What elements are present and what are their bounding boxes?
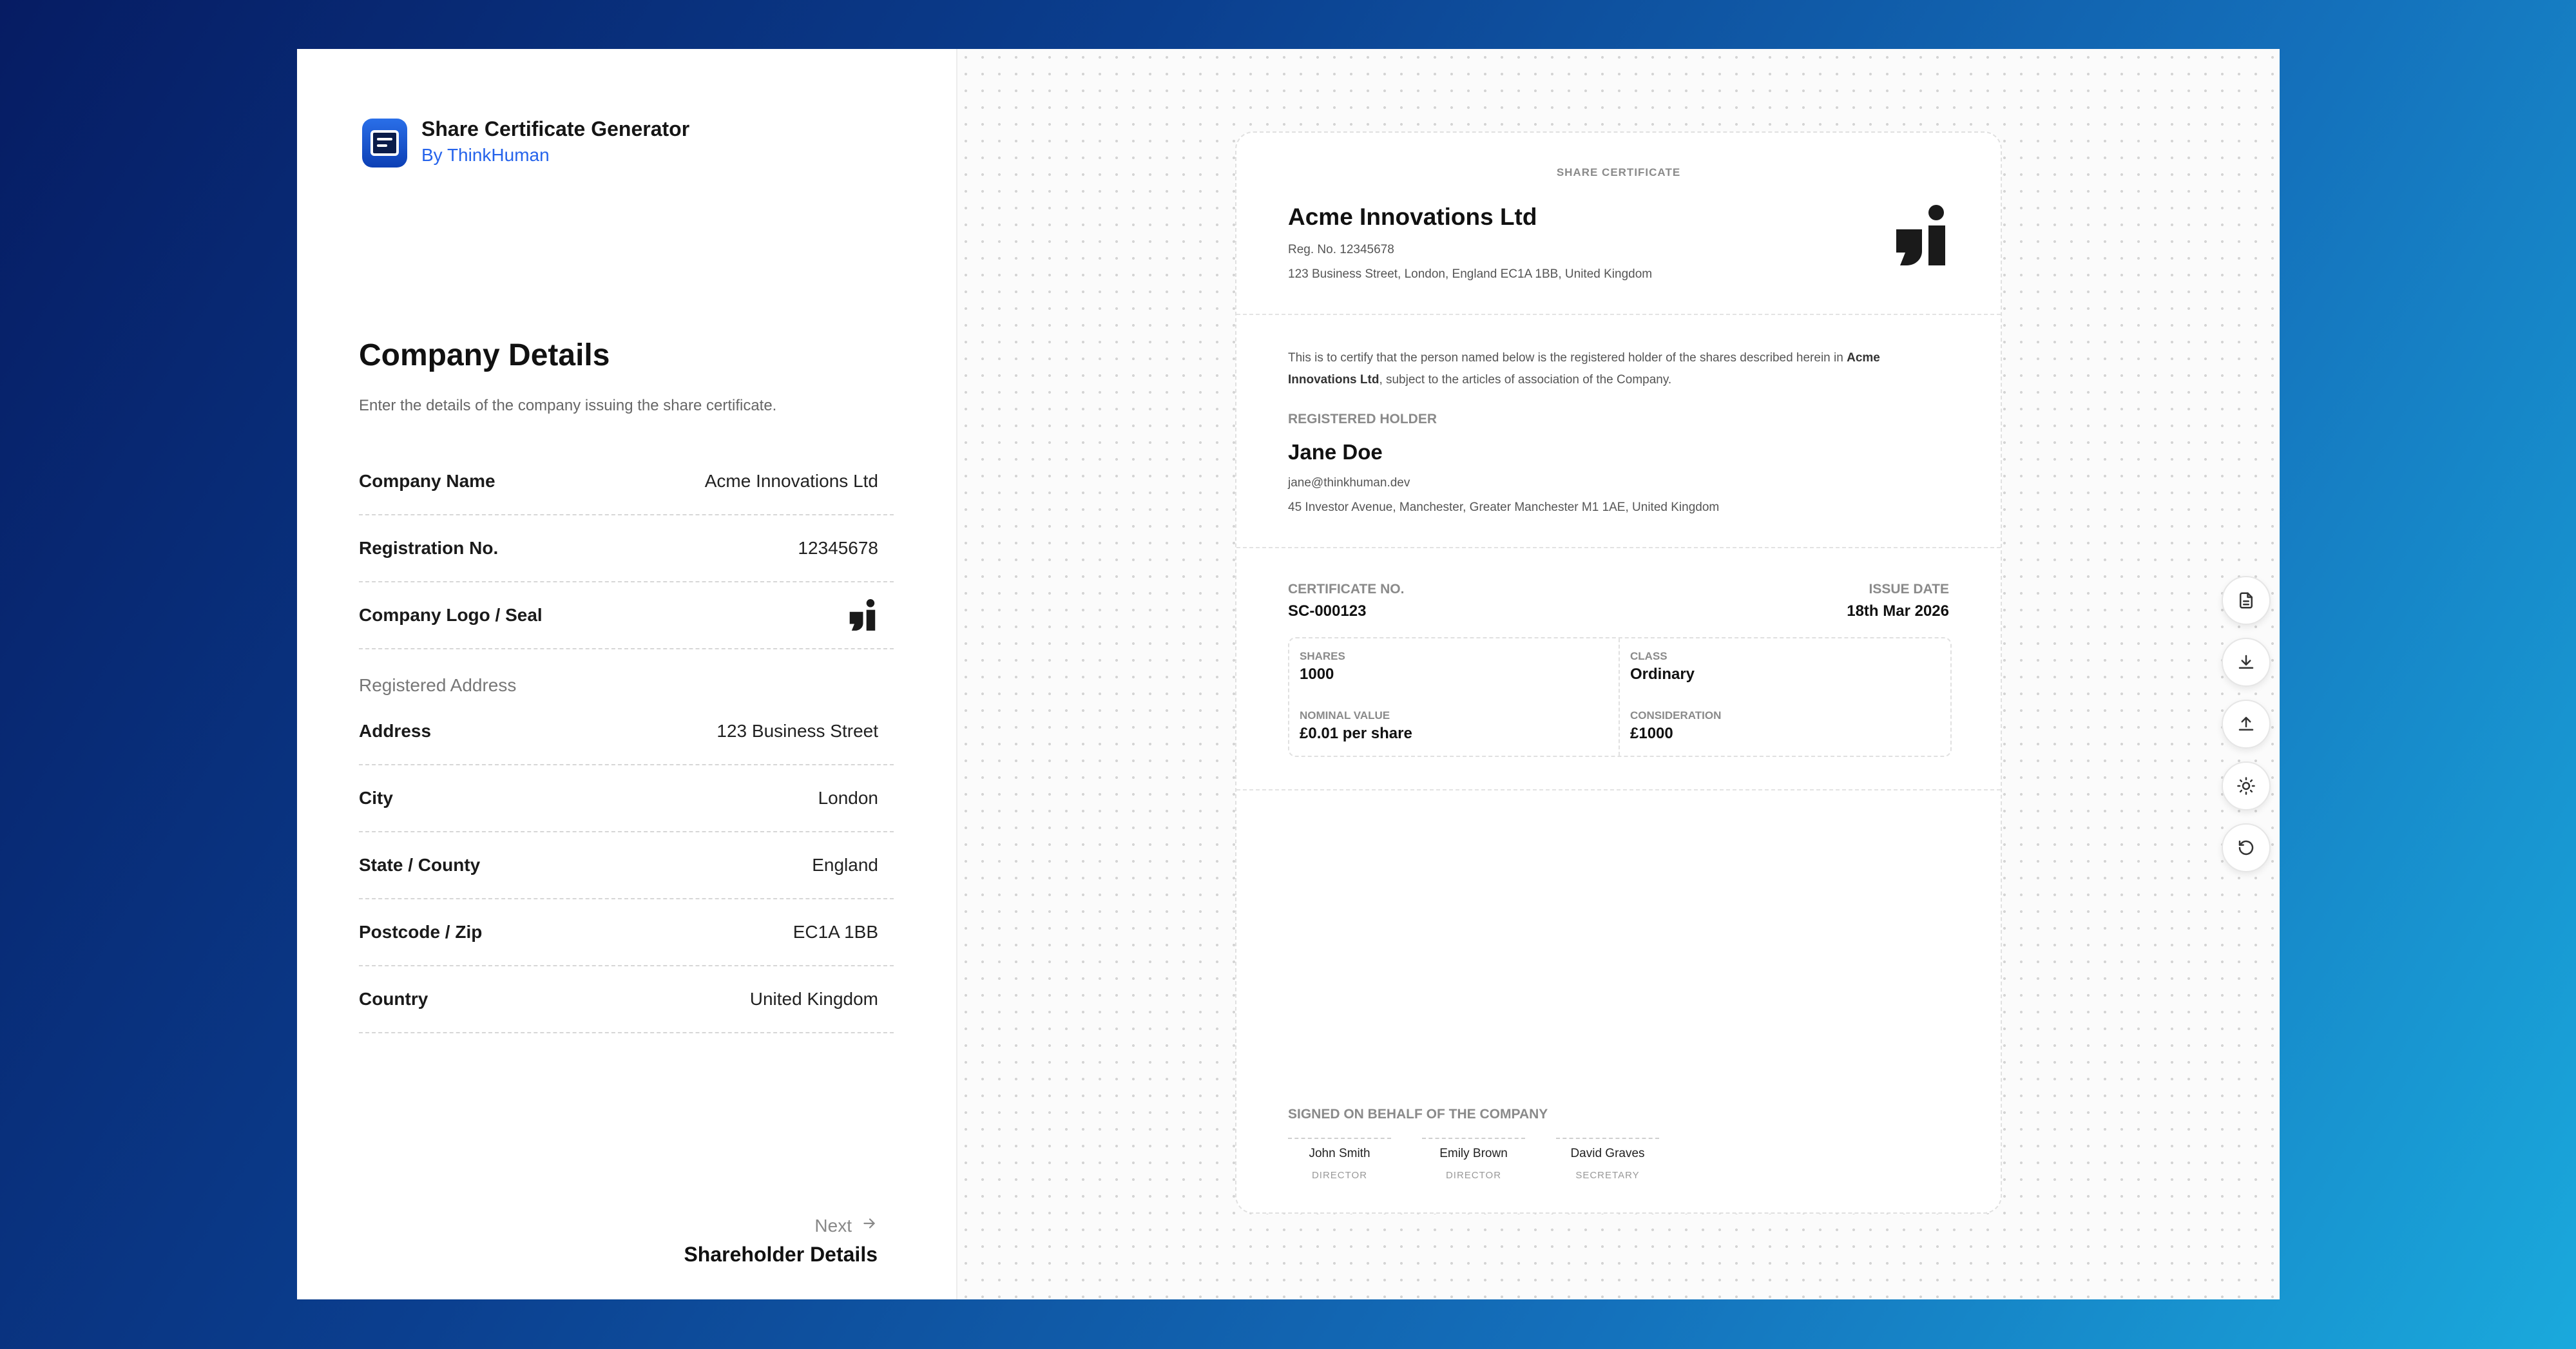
shares-label: SHARES [1300,650,1345,662]
consideration-label: CONSIDERATION [1630,709,1722,722]
certificate-kicker: SHARE CERTIFICATE [1556,166,1681,178]
signatory-name: John Smith [1309,1147,1370,1160]
company-seal-icon [1896,205,1945,265]
signatory-role: DIRECTOR [1311,1170,1368,1181]
reset-icon[interactable] [2222,823,2271,872]
certificate-company-name: Acme Innovations Ltd [1288,204,1537,230]
city-field[interactable]: City London [359,765,894,832]
city-value[interactable]: London [818,788,878,808]
signatory-role: SECRETARY [1575,1170,1640,1181]
signatory-role: DIRECTOR [1445,1170,1502,1181]
address-field[interactable]: Address 123 Business Street [359,698,894,765]
class-label: CLASS [1630,650,1668,662]
holder-email: jane@thinkhuman.dev [1288,476,1410,490]
field-label: Postcode / Zip [359,922,483,942]
field-label: Country [359,989,428,1009]
issue-date-value: 18th Mar 2026 [1847,602,1949,620]
certificate-preview: SHARE CERTIFICATE Acme Innovations Ltd R… [1235,131,2002,1214]
upload-icon[interactable] [2222,700,2271,749]
registered-address-heading: Registered Address [359,675,517,695]
field-label: Registration No. [359,538,499,558]
state-county-value[interactable]: England [812,855,878,875]
signatories: John Smith DIRECTOR Emily Brown DIRECTOR… [1288,1138,1659,1181]
state-county-field[interactable]: State / County England [359,832,894,899]
field-label: State / County [359,855,481,875]
preview-toolbar [2222,576,2271,872]
postcode-field[interactable]: Postcode / Zip EC1A 1BB [359,899,894,966]
holder-name: Jane Doe [1288,440,1383,464]
certificate-reg-no: Reg. No. 12345678 [1288,243,1394,256]
registration-no-field[interactable]: Registration No. 12345678 [359,515,894,582]
company-form: Company Name Acme Innovations Ltd Regist… [359,448,894,1033]
section-title: Company Details [359,338,610,372]
next-label: Next [814,1215,852,1236]
app-window: Share Certificate Generator By ThinkHuma… [297,49,2280,1299]
holder-address: 45 Investor Avenue, Manchester, Greater … [1288,501,1720,514]
signatory: John Smith DIRECTOR [1288,1138,1391,1181]
app-author-link[interactable]: By ThinkHuman [421,142,689,169]
address-value[interactable]: 123 Business Street [716,721,878,741]
app-brand: Share Certificate Generator By ThinkHuma… [362,116,689,169]
company-name-value[interactable]: Acme Innovations Ltd [705,471,878,492]
app-title: Share Certificate Generator [421,117,690,140]
certificate-company-address: 123 Business Street, London, England EC1… [1288,267,1653,281]
next-step-title: Shareholder Details [684,1243,878,1266]
field-label: Company Logo / Seal [359,605,543,625]
nominal-value-label: NOMINAL VALUE [1300,709,1390,722]
certification-statement: This is to certify that the person named… [1288,351,1880,387]
next-step-button[interactable]: Next Shareholder Details [684,1215,878,1267]
company-logo-icon[interactable] [847,598,878,632]
signatory: Emily Brown DIRECTOR [1422,1138,1525,1181]
signatory-name: David Graves [1570,1147,1645,1160]
certificate-no-value: SC-000123 [1288,602,1367,620]
registered-holder-label: REGISTERED HOLDER [1288,412,1437,426]
nominal-value: £0.01 per share [1300,725,1412,742]
arrow-right-icon [861,1215,878,1236]
country-field[interactable]: Country United Kingdom [359,966,894,1033]
shares-value: 1000 [1300,665,1334,683]
field-label: Company Name [359,471,495,491]
company-name-field[interactable]: Company Name Acme Innovations Ltd [359,448,894,515]
certificate-holder-section: This is to certify that the person named… [1236,315,2001,548]
section-description: Enter the details of the company issuing… [359,397,777,414]
class-value: Ordinary [1630,665,1695,683]
certificate-details-section: CERTIFICATE NO. SC-000123 ISSUE DATE 18t… [1236,548,2001,790]
document-icon[interactable] [2222,576,2271,625]
issue-date-label: ISSUE DATE [1869,582,1949,597]
theme-sun-icon[interactable] [2222,761,2271,810]
certificate-no-label: CERTIFICATE NO. [1288,582,1405,597]
signatory: David Graves SECRETARY [1556,1138,1659,1181]
consideration-value: £1000 [1630,725,1673,742]
registration-no-value[interactable]: 12345678 [798,538,878,559]
share-details-grid: SHARES 1000 NOMINAL VALUE £0.01 per shar… [1288,637,1952,757]
signatory-name: Emily Brown [1439,1147,1508,1160]
country-value[interactable]: United Kingdom [750,989,878,1009]
download-icon[interactable] [2222,638,2271,687]
company-logo-field[interactable]: Company Logo / Seal [359,582,894,649]
signed-on-behalf-label: SIGNED ON BEHALF OF THE COMPANY [1288,1107,1548,1122]
document-list-icon [362,119,407,167]
preview-panel: SHARE CERTIFICATE Acme Innovations Ltd R… [957,49,2280,1299]
field-label: City [359,788,393,808]
form-panel: Share Certificate Generator By ThinkHuma… [297,49,957,1299]
certificate-header: SHARE CERTIFICATE Acme Innovations Ltd R… [1236,133,2001,315]
field-label: Address [359,721,432,741]
postcode-value[interactable]: EC1A 1BB [793,922,878,942]
